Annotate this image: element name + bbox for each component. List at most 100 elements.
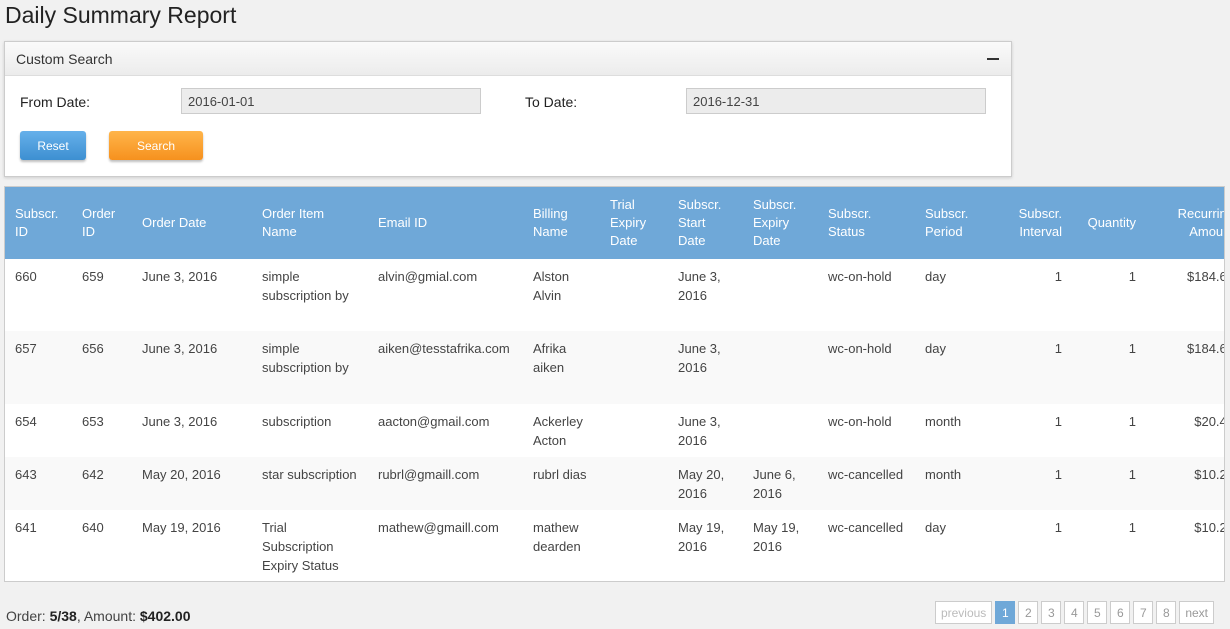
column-header[interactable]: Subscr. Interval (988, 187, 1072, 259)
table-cell: May 20, 2016 (142, 467, 221, 482)
table-header-row: Subscr. ID Order ID Order Date Order Ite… (5, 187, 1224, 259)
table-cell: mathew@gmaill.com (378, 520, 499, 535)
column-header[interactable]: Subscr. Start Date (668, 187, 743, 259)
search-button[interactable]: Search (109, 131, 203, 160)
pagination: previous 1 2 3 4 5 6 7 8 next (934, 601, 1214, 624)
order-label: Order: (6, 608, 50, 624)
column-header[interactable]: Recurring Amount (1146, 187, 1224, 259)
table-cell: simple subscription by (262, 269, 349, 303)
table-cell: wc-on-hold (828, 414, 892, 429)
column-header[interactable]: Subscr. ID (5, 187, 72, 259)
table-cell: 640 (82, 520, 104, 535)
table-cell: $20.40 (1194, 414, 1224, 429)
table-cell: June 3, 2016 (142, 341, 218, 356)
table-cell: day (925, 341, 946, 356)
page-button-3[interactable]: 3 (1041, 601, 1062, 624)
table-cell (743, 259, 818, 331)
next-page-button[interactable]: next (1179, 601, 1214, 624)
table-cell: June 3, 2016 (142, 414, 218, 429)
column-header[interactable]: Subscr. Period (915, 187, 988, 259)
page-button-4[interactable]: 4 (1064, 601, 1085, 624)
table-cell (600, 457, 668, 510)
panel-header: Custom Search (5, 42, 1011, 76)
table-cell (600, 331, 668, 404)
to-date-input[interactable] (686, 88, 986, 114)
table-cell: aacton@gmail.com (378, 414, 490, 429)
page-button-2[interactable]: 2 (1018, 601, 1039, 624)
table-row: 654 653 June 3, 2016 subscription aacton… (5, 404, 1224, 457)
table-cell: 641 (15, 520, 37, 535)
table-cell: June 3, 2016 (142, 269, 218, 284)
page-button-1[interactable]: 1 (995, 601, 1016, 624)
table-cell: 643 (15, 467, 37, 482)
table-cell (600, 259, 668, 331)
table-cell: subscription (262, 414, 332, 429)
table-cell: 1 (1128, 520, 1136, 535)
page-button-8[interactable]: 8 (1156, 601, 1177, 624)
report-table: Subscr. ID Order ID Order Date Order Ite… (4, 186, 1225, 582)
table-cell: June 3, 2016 (678, 414, 721, 448)
order-count: 5/38 (49, 608, 77, 624)
table-row: 641 640 May 19, 2016 Trial Subscription … (5, 510, 1224, 581)
table-row: 657 656 June 3, 2016 simple subscription… (5, 331, 1224, 404)
column-header[interactable]: Order Date (132, 187, 252, 259)
table-cell: 1 (1128, 414, 1136, 429)
table-cell: month (925, 414, 962, 429)
table-row: 643 642 May 20, 2016 star subscription r… (5, 457, 1224, 510)
table-cell: 657 (15, 341, 37, 356)
column-header[interactable]: Order ID (72, 187, 132, 259)
order-summary: Order: 5/38, Amount: $402.00 (6, 608, 190, 624)
table-cell: 660 (15, 269, 37, 284)
table-cell: day (925, 269, 946, 284)
minus-icon[interactable] (987, 58, 999, 60)
column-header[interactable]: Trial Expiry Date (600, 187, 668, 259)
table-cell: 1 (1054, 520, 1062, 535)
reset-button[interactable]: Reset (20, 131, 86, 160)
column-header[interactable]: Subscr. Expiry Date (743, 187, 818, 259)
table-cell: June 3, 2016 (678, 269, 721, 303)
table-cell: rubrl@gmaill.com (378, 467, 480, 482)
table-cell: $184.62 (1187, 341, 1224, 356)
table-cell: $184.62 (1187, 269, 1224, 284)
table-cell: 653 (82, 414, 104, 429)
table-cell: Trial Subscription Expiry Status (262, 520, 339, 573)
page-button-7[interactable]: 7 (1133, 601, 1154, 624)
table-cell: 656 (82, 341, 104, 356)
table-cell: month (925, 467, 962, 482)
table-cell: wc-on-hold (828, 341, 892, 356)
page-button-5[interactable]: 5 (1087, 601, 1108, 624)
column-header[interactable]: Order Item Name (252, 187, 368, 259)
table-cell: 1 (1128, 269, 1136, 284)
table-cell: May 19, 2016 (678, 520, 725, 554)
table-cell: aiken@tesstafrika.com (378, 341, 510, 356)
table-cell: $10.20 (1194, 520, 1224, 535)
table-cell: wc-cancelled (828, 467, 904, 482)
table-cell: 659 (82, 269, 104, 284)
custom-search-panel: Custom Search From Date: To Date: Reset … (4, 41, 1012, 177)
table-cell: 654 (15, 414, 37, 429)
from-date-input[interactable] (181, 88, 481, 114)
from-date-label: From Date: (20, 94, 91, 110)
column-header[interactable]: Billing Name (523, 187, 600, 259)
table-cell: May 19, 2016 (142, 520, 221, 535)
table-cell: 1 (1128, 467, 1136, 482)
table-cell: Afrika aiken (533, 341, 567, 375)
table-cell: 1 (1054, 269, 1062, 284)
panel-title: Custom Search (16, 51, 113, 67)
column-header[interactable]: Email ID (368, 187, 523, 259)
table-cell: Ackerley Acton (533, 414, 583, 448)
table-cell: simple subscription by (262, 341, 349, 375)
table-cell: mathew dearden (533, 520, 581, 554)
table-cell: June 6, 2016 (753, 467, 796, 501)
previous-page-button[interactable]: previous (934, 601, 993, 624)
table-cell: day (925, 520, 946, 535)
table-cell (600, 404, 668, 457)
table-cell: wc-on-hold (828, 269, 892, 284)
table-cell: 1 (1054, 467, 1062, 482)
table-cell: 1 (1054, 414, 1062, 429)
column-header[interactable]: Subscr. Status (818, 187, 915, 259)
page-button-6[interactable]: 6 (1110, 601, 1131, 624)
table-cell: May 19, 2016 (753, 520, 800, 554)
column-header[interactable]: Quantity (1072, 187, 1146, 259)
table-cell: Alston Alvin (533, 269, 570, 303)
